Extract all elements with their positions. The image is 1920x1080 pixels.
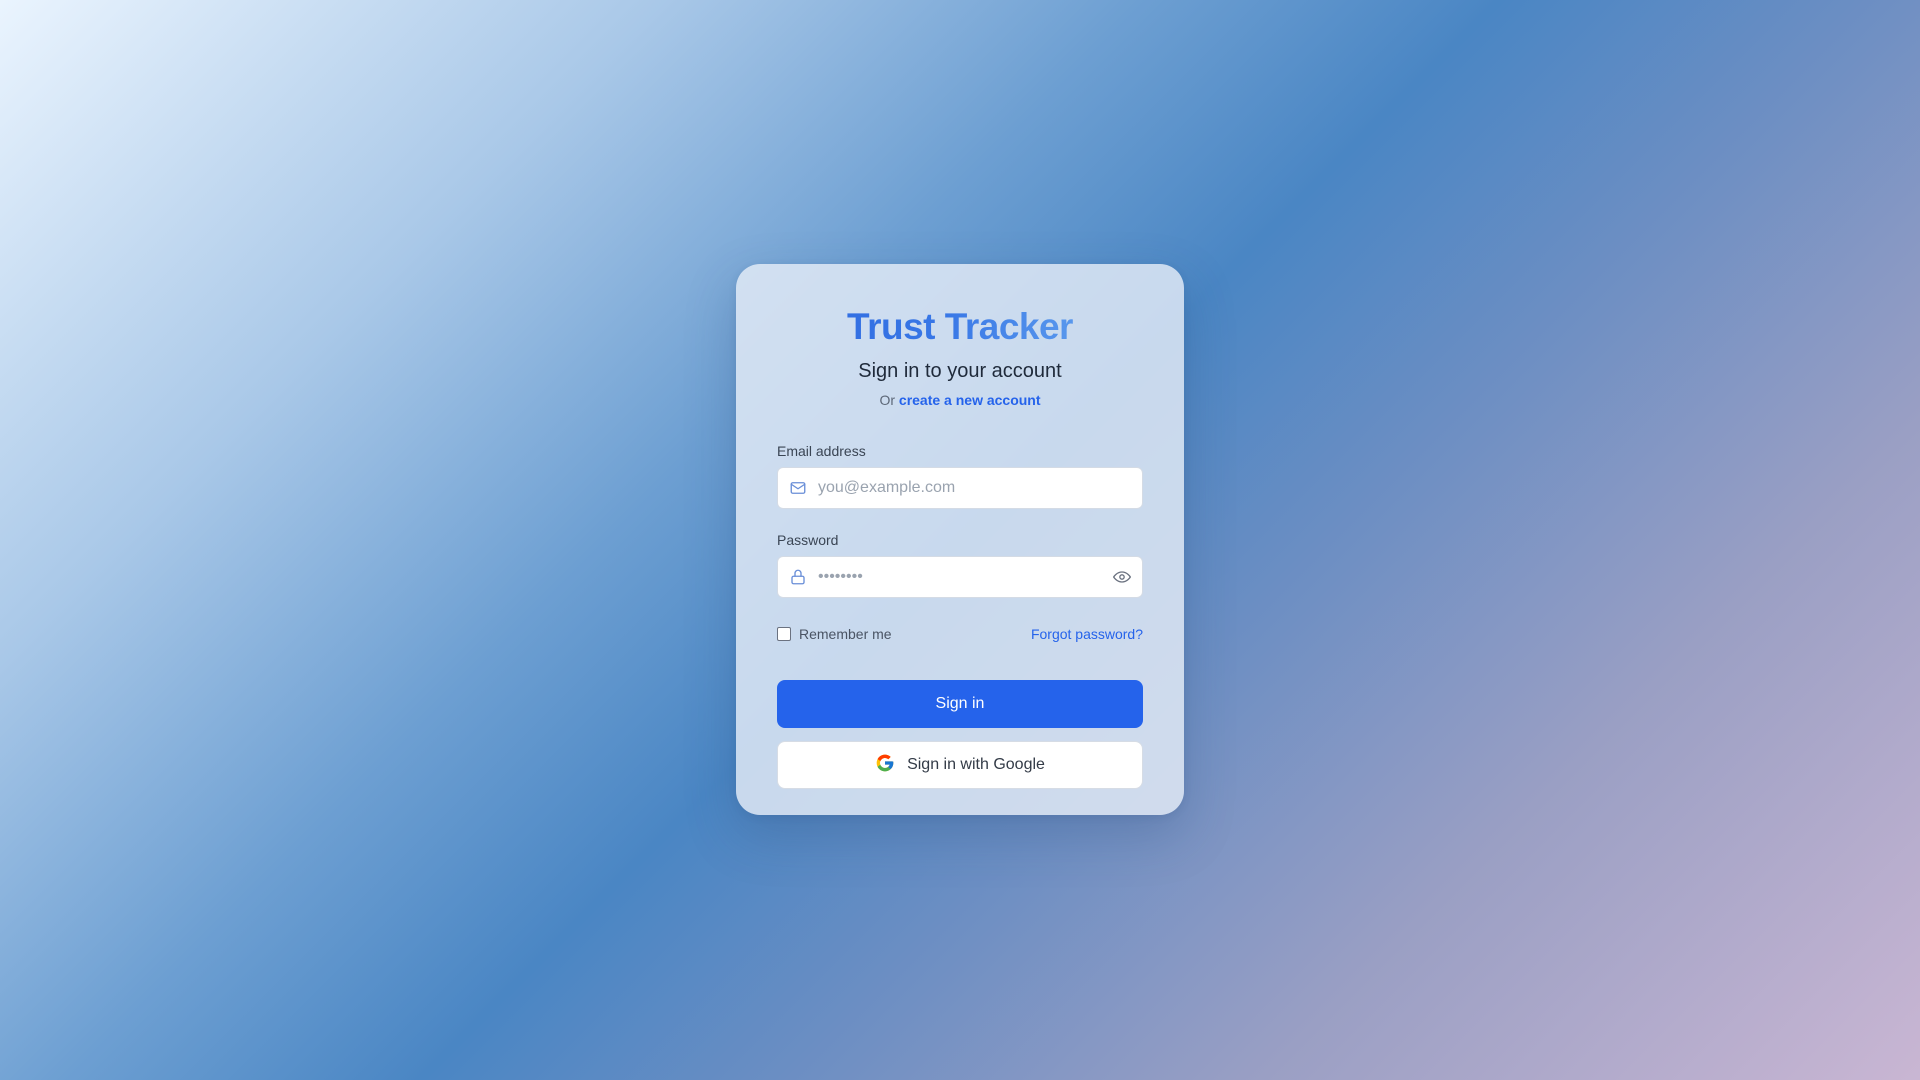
create-account-line: Or create a new account [777, 391, 1143, 409]
forgot-password-link[interactable]: Forgot password? [1031, 626, 1143, 642]
mail-icon [778, 479, 818, 497]
login-card: Trust Tracker Sign in to your account Or… [736, 264, 1184, 815]
eye-icon[interactable] [1102, 567, 1142, 587]
app-title: Trust Tracker [777, 304, 1143, 350]
options-row: Remember me Forgot password? [777, 624, 1143, 644]
email-input[interactable] [818, 468, 1142, 508]
password-field-wrapper [777, 556, 1143, 598]
password-label: Password [777, 532, 839, 548]
create-account-link[interactable]: create a new account [899, 392, 1041, 408]
email-label: Email address [777, 443, 866, 459]
google-icon [875, 753, 895, 778]
remember-me[interactable]: Remember me [777, 626, 892, 642]
google-sign-in-label: Sign in with Google [907, 756, 1045, 773]
password-input[interactable] [818, 557, 1102, 597]
remember-checkbox[interactable] [777, 627, 791, 641]
lock-icon [778, 568, 818, 586]
sign-in-button[interactable]: Sign in [777, 680, 1143, 728]
create-account-prefix: Or [879, 392, 896, 408]
page-subtitle: Sign in to your account [858, 360, 1062, 382]
email-field-wrapper [777, 467, 1143, 509]
remember-label: Remember me [799, 626, 892, 642]
google-sign-in-button[interactable]: Sign in with Google [777, 741, 1143, 789]
